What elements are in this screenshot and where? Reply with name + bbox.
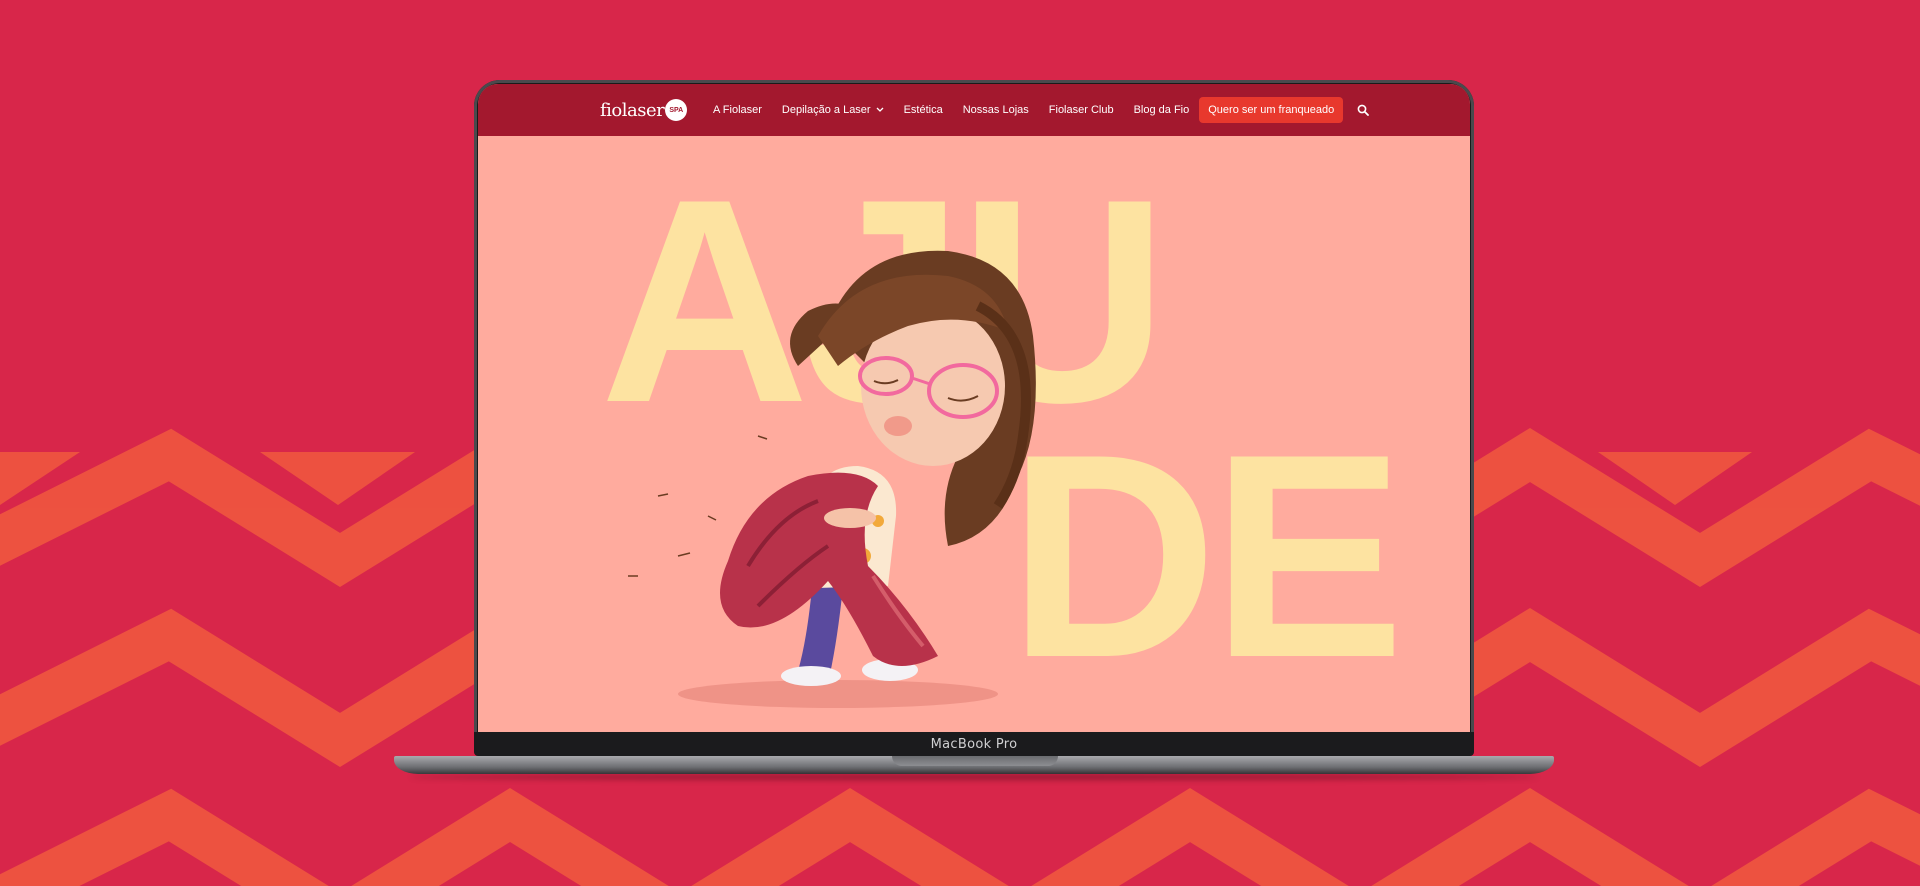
nav-item-depilacao-a-laser[interactable]: Depilação a Laser (782, 104, 884, 116)
nav-item-estetica[interactable]: Estética (904, 104, 943, 116)
nav-item-nossas-lojas[interactable]: Nossas Lojas (963, 104, 1029, 116)
nav-item-label: Nossas Lojas (962, 104, 1029, 116)
site-logo[interactable]: fiolaser SPA (600, 96, 688, 124)
laptop-mockup: fiolaser SPA A Fiolaser Depilação a Lase… (0, 0, 1920, 886)
nav-item-blog-da-fio[interactable]: Blog da Fio (1134, 104, 1190, 116)
nav-item-label: Estética (903, 104, 943, 116)
girl-illustration (628, 250, 1036, 708)
laptop-screen: fiolaser SPA A Fiolaser Depilação a Lase… (478, 84, 1470, 734)
chevron-down-icon (876, 106, 884, 115)
laptop-shadow (410, 774, 1538, 780)
hero-section: AJU DE (478, 136, 1470, 734)
laptop-model-label: MacBook Pro (930, 736, 1018, 752)
laptop-opening-notch (892, 756, 1058, 766)
nav-item-a-fiolaser[interactable]: A Fiolaser (713, 104, 762, 116)
laptop-bottom-bezel: MacBook Pro (474, 732, 1474, 756)
nav-item-label: A Fiolaser (713, 104, 762, 116)
nav-item-label: Depilação a Laser (781, 104, 871, 116)
franchise-cta-button[interactable]: Quero ser um franqueado (1199, 97, 1344, 123)
main-menu: A Fiolaser Depilação a Laser Estética No… (713, 84, 1371, 136)
logo-badge: SPA (665, 99, 688, 121)
nav-item-label: Blog da Fio (1133, 104, 1190, 116)
logo-text: fiolaser (600, 99, 665, 121)
site-header: fiolaser SPA A Fiolaser Depilação a Lase… (478, 84, 1470, 136)
search-icon[interactable] (1357, 103, 1371, 117)
nav-item-fiolaser-club[interactable]: Fiolaser Club (1049, 104, 1114, 116)
nav-item-label: Fiolaser Club (1048, 104, 1114, 116)
